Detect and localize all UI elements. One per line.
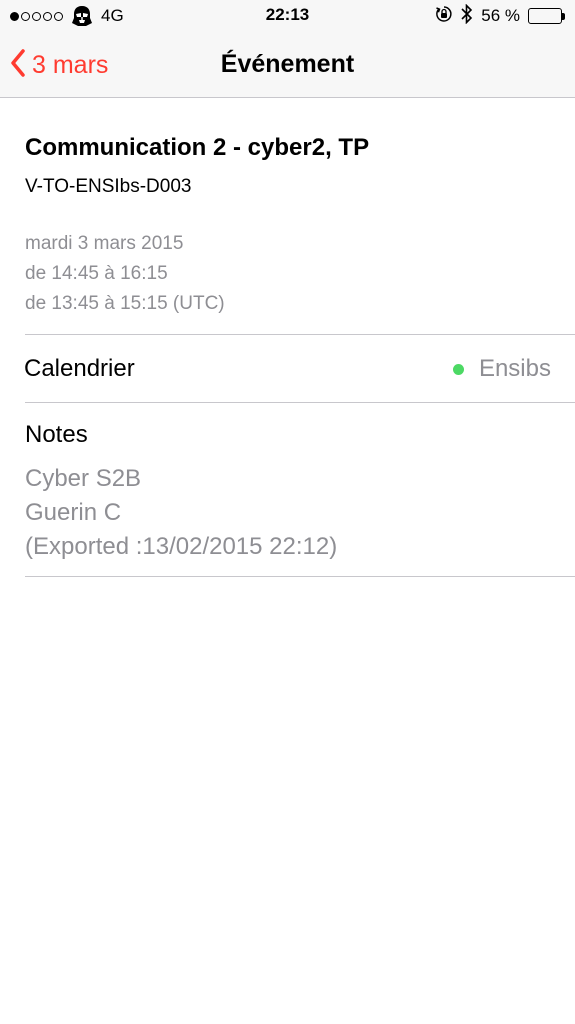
calendar-value: Ensibs xyxy=(452,355,551,383)
event-time: de 14:45 à 16:15 xyxy=(25,263,168,284)
note-line: Cyber S2B xyxy=(25,465,142,492)
bluetooth-icon xyxy=(461,3,473,29)
status-bar: 4G 22:13 56 % xyxy=(0,0,575,32)
calendar-name: Ensibs xyxy=(478,355,551,382)
event-time-utc: de 13:45 à 15:15 (UTC) xyxy=(25,293,225,314)
navigation-bar: 3 mars Événement xyxy=(0,32,575,98)
calendar-row[interactable]: Calendrier Ensibs xyxy=(0,335,575,402)
event-location: V-TO-ENSIbs-D003 xyxy=(25,176,192,197)
orientation-lock-icon xyxy=(435,5,453,28)
battery-icon xyxy=(528,8,565,24)
event-date: mardi 3 mars 2015 xyxy=(25,233,184,254)
divider xyxy=(25,576,575,577)
note-line: Guerin C xyxy=(25,499,122,526)
status-right: 56 % xyxy=(435,3,565,29)
event-title: Communication 2 - cyber2, TP xyxy=(25,134,370,161)
calendar-label: Calendrier xyxy=(24,355,135,382)
calendar-color-dot xyxy=(452,363,464,375)
note-line: (Exported :13/02/2015 22:12) xyxy=(25,533,338,560)
divider xyxy=(25,402,575,403)
notes-label: Notes xyxy=(25,421,88,448)
battery-percent: 56 % xyxy=(481,6,520,25)
page-title: Événement xyxy=(220,50,355,78)
